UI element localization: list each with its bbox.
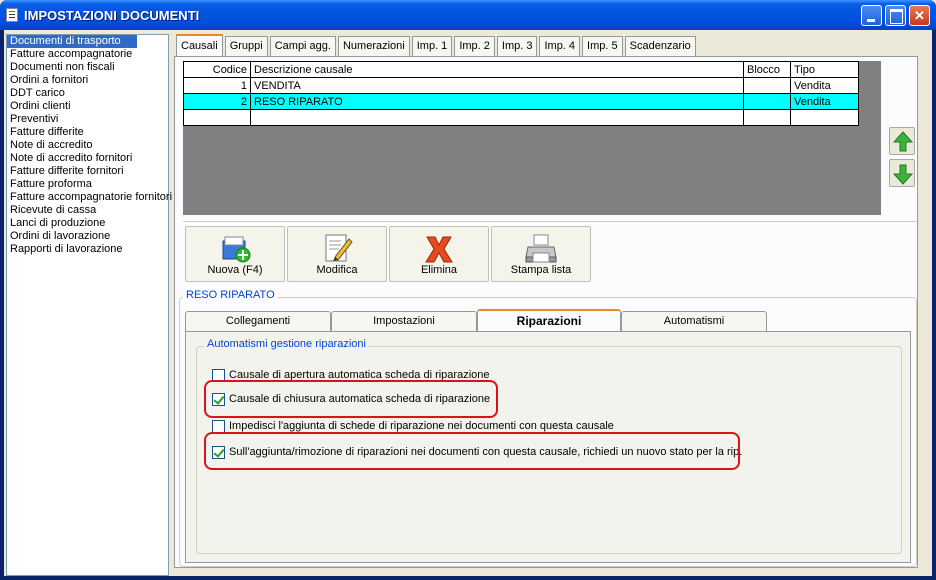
tab-collegamenti[interactable]: Collegamenti	[185, 311, 331, 331]
list-item[interactable]: Ricevute di cassa	[7, 204, 168, 217]
list-item[interactable]: Ordini clienti	[7, 100, 168, 113]
table-cell[interactable]: 2	[183, 93, 251, 110]
window-title: IMPOSTAZIONI DOCUMENTI	[24, 8, 200, 23]
causali-panel: Codice Descrizione causale Blocco Tipo 1…	[174, 56, 919, 568]
table-row[interactable]: 2 RESO RIPARATO Vendita	[183, 93, 859, 110]
list-item[interactable]: Documenti di trasporto	[7, 35, 137, 48]
list-item[interactable]: Lanci di produzione	[7, 217, 168, 230]
table-cell[interactable]: RESO RIPARATO	[250, 93, 744, 110]
table-cell[interactable]	[743, 109, 791, 126]
list-item[interactable]: Note di accredito fornitori	[7, 152, 168, 165]
modifica-button[interactable]: Modifica	[287, 226, 387, 282]
tab-imp-1[interactable]: Imp. 1	[411, 36, 453, 56]
column-header[interactable]: Codice	[183, 61, 251, 78]
tab-riparazioni[interactable]: Riparazioni	[477, 309, 621, 332]
move-down-button[interactable]	[889, 159, 915, 187]
tab-automatismi[interactable]: Automatismi	[621, 311, 767, 331]
window-client: Documenti di trasporto Fatture accompagn…	[4, 30, 932, 576]
highlight-annotation	[204, 432, 740, 470]
document-app-icon	[6, 8, 18, 22]
table-row[interactable]: 1 VENDITA Vendita	[183, 77, 859, 94]
table-cell[interactable]: 1	[183, 77, 251, 94]
maximize-button[interactable]	[885, 5, 906, 26]
title-bar[interactable]: IMPOSTAZIONI DOCUMENTI ✕	[0, 0, 936, 30]
move-up-button[interactable]	[889, 127, 915, 155]
table-cell[interactable]	[183, 109, 251, 126]
main-tabs: Causali Gruppi Campi agg. Numerazioni Im…	[176, 34, 698, 56]
tab-scadenzario[interactable]: Scadenzario	[624, 36, 696, 56]
list-item[interactable]: Note di accredito	[7, 139, 168, 152]
nuova-label: Nuova (F4)	[207, 264, 263, 276]
list-item[interactable]: Rapporti di lavorazione	[7, 243, 168, 256]
table-cell[interactable]	[250, 109, 744, 126]
checkbox-label: Impedisci l'aggiunta di schede di ripara…	[229, 420, 614, 432]
list-item[interactable]: Fatture differite	[7, 126, 168, 139]
list-item[interactable]: Documenti non fiscali	[7, 61, 168, 74]
table-cell[interactable]: VENDITA	[250, 77, 744, 94]
tab-imp-2[interactable]: Imp. 2	[454, 36, 495, 56]
list-item[interactable]: Preventivi	[7, 113, 168, 126]
detail-title: RESO RIPARATO	[183, 289, 278, 301]
table-cell[interactable]	[743, 93, 791, 110]
elimina-button[interactable]: Elimina	[389, 226, 489, 282]
settings-pane: Causali Gruppi Campi agg. Numerazioni Im…	[174, 34, 930, 576]
arrow-up-icon	[893, 131, 913, 152]
close-button[interactable]: ✕	[909, 5, 930, 26]
list-item[interactable]: Fatture accompagnatorie	[7, 48, 168, 61]
main-window: IMPOSTAZIONI DOCUMENTI ✕ Documenti di tr…	[0, 0, 936, 580]
list-item[interactable]: Ordini a fornitori	[7, 74, 168, 87]
tab-campi-agg[interactable]: Campi agg.	[269, 36, 336, 56]
document-type-list[interactable]: Documenti di trasporto Fatture accompagn…	[6, 34, 172, 576]
list-item[interactable]: DDT carico	[7, 87, 168, 100]
list-item[interactable]: Ordini di lavorazione	[7, 230, 168, 243]
action-toolbar: Nuova (F4) Modifica Elimina Stampa lista	[183, 221, 919, 283]
stampa-lista-label: Stampa lista	[510, 264, 572, 276]
table-row[interactable]	[183, 109, 859, 126]
table-cell[interactable]: Vendita	[790, 93, 859, 110]
tab-imp-5[interactable]: Imp. 5	[582, 36, 623, 56]
column-header[interactable]: Tipo	[790, 61, 859, 78]
list-item[interactable]: Fatture accompagnatorie fornitori	[7, 191, 172, 204]
riparazioni-panel: Automatismi gestione riparazioni Causale…	[185, 331, 911, 563]
tab-gruppi[interactable]: Gruppi	[224, 36, 268, 56]
arrow-down-icon	[893, 164, 913, 185]
highlight-annotation	[204, 380, 498, 418]
stampa-lista-button[interactable]: Stampa lista	[491, 226, 591, 282]
list-item[interactable]: Fatture differite fornitori	[7, 165, 168, 178]
table-cell[interactable]	[790, 109, 859, 126]
column-header[interactable]: Descrizione causale	[250, 61, 744, 78]
table-cell[interactable]: Vendita	[790, 77, 859, 94]
tab-imp-4[interactable]: Imp. 4	[539, 36, 581, 56]
tab-imp-3[interactable]: Imp. 3	[496, 36, 538, 56]
list-item[interactable]: Fatture proforma	[7, 178, 168, 191]
modifica-label: Modifica	[316, 264, 358, 276]
minimize-button[interactable]	[861, 5, 882, 26]
table-cell[interactable]	[743, 77, 791, 94]
printer-icon	[525, 234, 557, 263]
automatismi-group-title: Automatismi gestione riparazioni	[204, 338, 369, 350]
table-header-row: Codice Descrizione causale Blocco Tipo	[183, 61, 859, 78]
edit-document-icon	[325, 234, 353, 262]
tab-causali[interactable]: Causali	[176, 34, 223, 56]
new-document-icon	[222, 236, 251, 263]
tab-impostazioni[interactable]: Impostazioni	[331, 311, 477, 331]
impedisci-aggiunta-checkbox[interactable]: Impedisci l'aggiunta di schede di ripara…	[212, 419, 614, 433]
nuova-button[interactable]: Nuova (F4)	[185, 226, 285, 282]
causali-grid[interactable]: Codice Descrizione causale Blocco Tipo 1…	[183, 61, 881, 215]
column-header[interactable]: Blocco	[743, 61, 791, 78]
checkbox-box[interactable]	[212, 419, 225, 433]
tab-numerazioni[interactable]: Numerazioni	[337, 36, 410, 56]
causali-table: Codice Descrizione causale Blocco Tipo 1…	[183, 61, 859, 126]
elimina-label: Elimina	[420, 264, 458, 276]
delete-x-icon	[425, 236, 453, 263]
